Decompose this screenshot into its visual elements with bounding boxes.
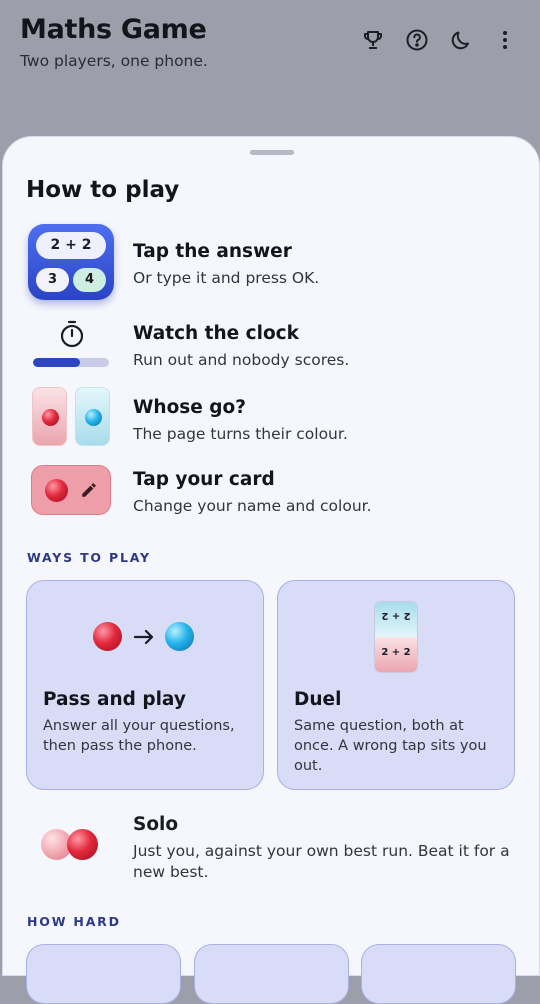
app-title: Maths Game — [20, 14, 207, 45]
how-to-play-sheet: How to play 2 + 2 3 4 Tap the answer Or … — [2, 136, 540, 1004]
solo-balls-icon — [41, 828, 101, 862]
rule-tap-answer: 2 + 2 3 4 Tap the answer Or type it and … — [3, 223, 540, 303]
rule-desc: Run out and nobody scores. — [133, 351, 350, 369]
keypad-icon: 2 + 2 3 4 — [28, 224, 114, 300]
difficulty-option[interactable] — [194, 944, 349, 1004]
rule-title: Whose go? — [133, 397, 246, 418]
keypad-option-correct: 4 — [73, 268, 106, 292]
mode-title: Pass and play — [43, 689, 186, 710]
dark-mode-icon[interactable] — [448, 27, 474, 53]
pencil-icon — [82, 483, 96, 497]
rule-title: Tap the answer — [133, 241, 292, 262]
stopwatch-icon — [60, 320, 84, 348]
rule-title: Watch the clock — [133, 323, 299, 344]
mode-desc: Same question, both at once. A wrong tap… — [294, 718, 487, 774]
rule-watch-clock: Watch the clock Run out and nobody score… — [3, 317, 540, 377]
turn-colour-icon — [32, 387, 112, 447]
difficulty-option[interactable] — [361, 944, 516, 1004]
sheet-title: How to play — [26, 177, 180, 203]
keypad-option: 3 — [36, 268, 69, 292]
app-subtitle: Two players, one phone. — [20, 52, 208, 70]
app-bar: Maths Game Two players, one phone. — [0, 0, 540, 140]
ways-to-play-label: WAYS TO PLAY — [27, 550, 151, 565]
timer-bar-fill — [33, 358, 81, 367]
rule-tap-card: Tap your card Change your name and colou… — [3, 463, 540, 519]
rule-whose-go: Whose go? The page turns their colour. — [3, 385, 540, 449]
drag-handle[interactable] — [250, 150, 294, 155]
rule-title: Tap your card — [133, 469, 275, 490]
help-icon[interactable] — [404, 27, 430, 53]
mode-title: Duel — [294, 689, 342, 710]
rule-desc: Change your name and colour. — [133, 497, 372, 515]
trophy-icon[interactable] — [360, 27, 386, 53]
mode-pass-and-play[interactable]: Pass and play Answer all your questions,… — [26, 580, 264, 790]
pass-arrow-icon — [93, 621, 197, 653]
rule-desc: The page turns their colour. — [133, 425, 348, 443]
timer-bar — [33, 358, 109, 367]
app-actions — [360, 27, 518, 53]
mode-desc: Just you, against your own best run. Bea… — [133, 842, 510, 881]
difficulty-option[interactable] — [26, 944, 181, 1004]
more-icon[interactable] — [492, 27, 518, 53]
duel-sum-top: 2 + 2 — [381, 610, 411, 621]
mode-duel[interactable]: 2 + 2 2 + 2 Duel Same question, both at … — [277, 580, 515, 790]
rule-desc: Or type it and press OK. — [133, 269, 320, 287]
mode-solo[interactable]: Solo Just you, against your own best run… — [3, 812, 540, 882]
duel-sum-bottom: 2 + 2 — [381, 647, 411, 658]
edit-card-icon — [31, 465, 111, 515]
mode-title: Solo — [133, 814, 179, 835]
how-hard-label: HOW HARD — [27, 914, 121, 929]
split-phone-icon: 2 + 2 2 + 2 — [374, 601, 418, 673]
keypad-sum: 2 + 2 — [36, 232, 106, 259]
mode-desc: Answer all your questions, then pass the… — [43, 718, 235, 754]
